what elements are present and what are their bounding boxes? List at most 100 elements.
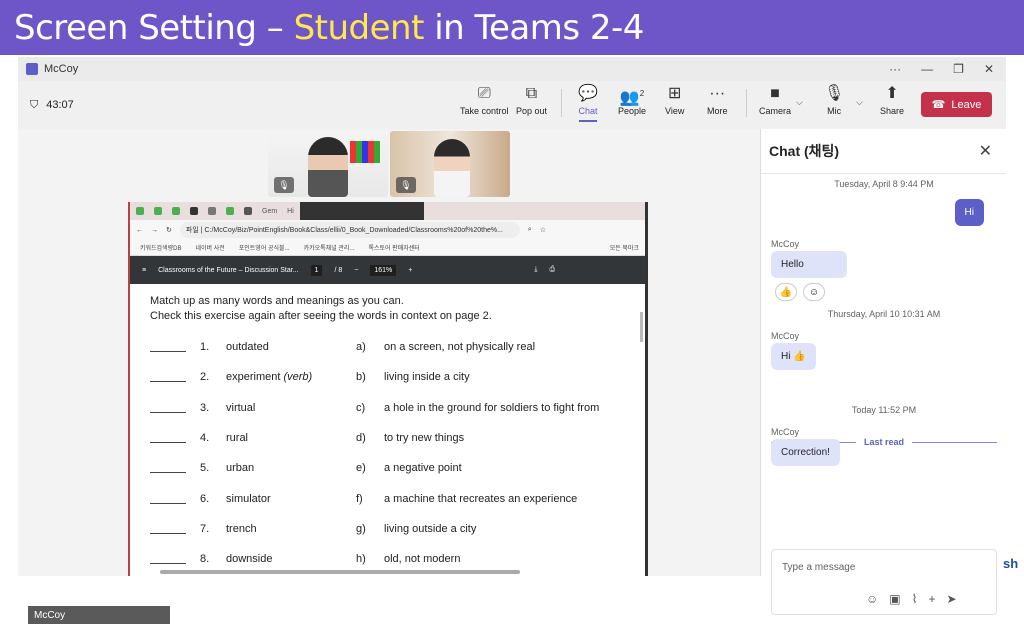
view-grid-icon: ⊞ (667, 85, 682, 102)
zoom-icon[interactable]: ⌕ (528, 226, 532, 234)
pdf-zoom[interactable]: 161% (370, 264, 397, 276)
chat-message[interactable]: Hi 👍 (771, 343, 816, 370)
chat-message[interactable]: Correction! (771, 439, 840, 466)
meaning-letter: a) (356, 341, 366, 354)
answer-blank[interactable] (150, 554, 186, 565)
tab-gem[interactable]: Gem (262, 208, 277, 215)
vocab-word: virtual (226, 401, 256, 414)
leave-button[interactable]: ☎ Leave (921, 92, 992, 117)
print-icon[interactable]: ⎙ (549, 266, 555, 274)
take-control-icon: ⎚ (477, 85, 491, 102)
image-icon[interactable]: ▣ (889, 592, 900, 606)
reaction-thumbs-up[interactable]: 👍 (775, 283, 797, 301)
bookmark-item[interactable]: 네이버 사전 (195, 243, 224, 252)
item-number: 5. (200, 462, 210, 475)
bookmark-item[interactable]: 톡스토어 판매자센터 (368, 243, 419, 252)
forward-icon[interactable]: → (151, 227, 158, 234)
participant-video-1[interactable]: 🎙 (268, 131, 388, 197)
plus-icon[interactable]: + (928, 592, 935, 606)
camera-button[interactable]: ■ Camera (759, 85, 791, 116)
bookmark-item[interactable]: 포인트영어 공식블... (239, 243, 290, 252)
share-label: Share (880, 106, 905, 116)
answer-blank[interactable] (150, 372, 186, 383)
tab-hi[interactable]: Hi (287, 208, 294, 215)
people-button[interactable]: 👥2 People (618, 85, 646, 116)
slide-banner: Screen Setting – Student in Teams 2-4 (0, 0, 1024, 55)
tab-favicon[interactable] (226, 207, 234, 215)
tab-favicon[interactable] (172, 207, 180, 215)
vocab-word: trench (226, 522, 257, 535)
chat-button[interactable]: 💬 Chat (578, 85, 598, 122)
vocab-word: outdated (226, 341, 269, 354)
answer-blank[interactable] (150, 342, 186, 353)
answer-blank[interactable] (150, 433, 186, 444)
window-titlebar: McCoy ··· — ❐ ✕ (18, 57, 1006, 81)
zoom-in-icon[interactable]: + (408, 267, 412, 274)
mic-options-chevron-icon[interactable]: ⌵ (856, 97, 863, 108)
url-field[interactable]: 파일 | C:/McCoy/Biz/PointEnglish/Book&Clas… (179, 222, 520, 238)
emoji-icon[interactable]: ☺ (866, 592, 878, 606)
restore-icon[interactable]: ❐ (953, 62, 964, 76)
chat-timestamp: Today 11:52 PM (851, 405, 917, 415)
answer-blank[interactable] (150, 403, 186, 413)
camera-options-chevron-icon[interactable]: ⌵ (796, 97, 803, 108)
tab-favicon[interactable] (136, 207, 144, 215)
view-button[interactable]: ⊞ View (665, 85, 684, 116)
back-icon[interactable]: ← (136, 227, 143, 234)
answer-blank[interactable] (150, 494, 186, 504)
meaning-letter: g) (356, 522, 366, 535)
view-label: View (665, 106, 685, 116)
take-control-button[interactable]: ⎚ Take control (460, 85, 509, 116)
bookmarks-bar: 키워드검색량DB 네이버 사전 포인트영어 공식블... 카카오톡채널 관리..… (130, 240, 645, 256)
zoom-out-icon[interactable]: − (354, 267, 358, 274)
participant-video-2[interactable]: 🎙 (390, 131, 510, 197)
attach-icon[interactable]: ⌇ (912, 592, 918, 606)
meaning-text: living outside a city (384, 522, 477, 535)
minimize-icon[interactable]: — (921, 62, 933, 76)
chat-label: Chat (578, 106, 598, 116)
presenter-name: McCoy (34, 609, 66, 621)
item-number: 1. (200, 341, 210, 354)
answer-blank[interactable] (150, 463, 186, 474)
my-message[interactable]: Hi (954, 199, 984, 226)
item-number: 4. (200, 432, 210, 445)
more-button[interactable]: ··· More (707, 85, 728, 116)
teams-window: McCoy ··· — ❐ ✕ ⛉ 43:07 ⎚ Take control ⧉ P… (18, 57, 1006, 624)
pdf-page-input[interactable]: 1 (310, 264, 323, 276)
bookmark-item[interactable]: 키워드검색량DB (140, 243, 181, 252)
reload-icon[interactable]: ↻ (166, 226, 172, 234)
chat-header: Chat (채팅) ✕ (761, 129, 1006, 174)
add-reaction-icon[interactable]: ☺ (803, 283, 825, 301)
tab-favicon[interactable] (208, 207, 216, 215)
close-window-icon[interactable]: ✕ (984, 62, 994, 76)
more-options-icon[interactable]: ··· (889, 62, 901, 76)
browser-tabstrip: Gem Hi (130, 202, 645, 220)
send-icon[interactable]: ➤ (946, 592, 956, 606)
shared-screen: Gem Hi ← → ↻ 파일 | C:/McCoy/Biz/PointEngl… (128, 202, 648, 576)
bookmark-item[interactable]: 카카오톡채널 관리... (304, 243, 355, 252)
mic-button[interactable]: 🎙 Mic (824, 85, 844, 116)
bookmark-star-icon[interactable]: ☆ (540, 226, 546, 234)
teams-logo-icon (26, 63, 38, 75)
pdf-vertical-scrollbar[interactable] (640, 312, 643, 342)
chat-message[interactable]: Hello (771, 251, 847, 278)
share-button[interactable]: ⬆ Share (880, 85, 904, 116)
vocab-word: experiment (verb) (226, 371, 313, 384)
download-icon[interactable]: ⤓ (534, 266, 537, 274)
tab-favicon[interactable] (190, 207, 198, 215)
pdf-horizontal-scrollbar[interactable] (160, 570, 520, 574)
exercise-row: 6. simulator f) a machine that recreates an… (150, 483, 630, 513)
message-sender: McCoy (771, 239, 800, 249)
answer-blank[interactable] (150, 524, 186, 534)
toolbar-divider (561, 89, 562, 117)
tab-favicon[interactable] (244, 207, 252, 215)
close-chat-icon[interactable]: ✕ (979, 141, 992, 161)
tab-favicon[interactable] (154, 207, 162, 215)
exercise-row: 4. rural d) to try new things (150, 423, 630, 453)
bookmark-item[interactable]: 모든 북마크 (610, 243, 639, 252)
pop-out-button[interactable]: ⧉ Pop out (516, 85, 547, 116)
message-input-placeholder[interactable]: Type a message (782, 562, 855, 573)
pdf-menu-icon[interactable]: ≡ (142, 267, 146, 274)
item-number: 3. (200, 401, 210, 414)
message-compose-box[interactable]: Type a message ☺ ▣ ⌇ + ➤ (771, 549, 997, 615)
